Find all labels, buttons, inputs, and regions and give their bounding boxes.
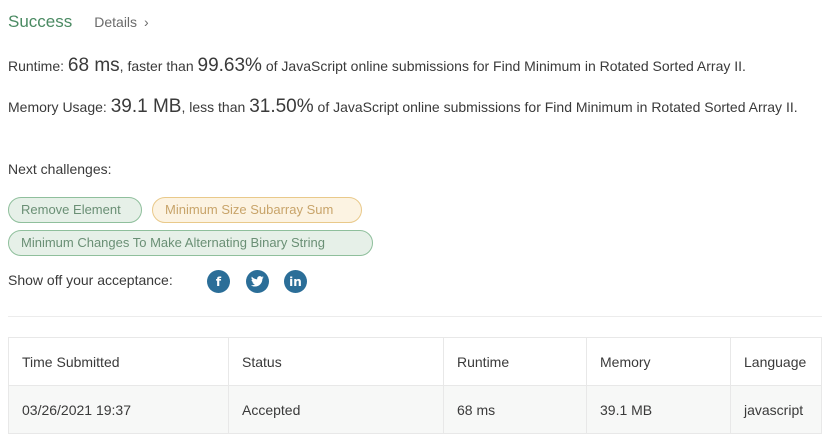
submissions-table: Time Submitted Status Runtime Memory Lan… xyxy=(8,337,822,434)
memory-stat: Memory Usage: 39.1 MB, less than 31.50% … xyxy=(8,96,808,118)
runtime-stat: Runtime: 68 ms, faster than 99.63% of Ja… xyxy=(8,55,808,77)
status-title: Success xyxy=(8,12,73,31)
next-challenges-label: Next challenges: xyxy=(8,161,112,177)
memory-compare: , less than xyxy=(181,99,246,115)
challenge-tag-remove-element[interactable]: Remove Element xyxy=(8,197,142,223)
chevron-right-icon[interactable]: › xyxy=(144,14,149,30)
linkedin-icon[interactable]: in xyxy=(284,270,307,293)
cell-status-accepted[interactable]: Accepted xyxy=(228,385,444,434)
cell-memory: 39.1 MB xyxy=(586,385,731,434)
col-memory[interactable]: Memory xyxy=(586,337,731,386)
col-time-submitted[interactable]: Time Submitted xyxy=(8,337,229,386)
twitter-icon[interactable] xyxy=(246,270,269,293)
col-language[interactable]: Language xyxy=(730,337,822,386)
cell-runtime: 68 ms xyxy=(443,385,587,434)
memory-value: 39.1 MB xyxy=(110,96,182,117)
challenge-tag-minimum-changes-alternating[interactable]: Minimum Changes To Make Alternating Bina… xyxy=(8,230,373,256)
section-divider xyxy=(8,316,822,317)
share-label: Show off your acceptance: xyxy=(8,272,173,288)
table-row: 03/26/2021 19:37 Accepted 68 ms 39.1 MB … xyxy=(8,385,822,434)
cell-time-submitted: 03/26/2021 19:37 xyxy=(8,385,229,434)
twitter-bird-glyph xyxy=(251,276,264,287)
runtime-percent: 99.63% xyxy=(197,55,262,76)
table-header-row: Time Submitted Status Runtime Memory Lan… xyxy=(8,337,822,386)
result-header: Success Details › xyxy=(8,12,149,32)
cell-language: javascript xyxy=(730,385,822,434)
col-runtime[interactable]: Runtime xyxy=(443,337,587,386)
facebook-icon[interactable]: f xyxy=(207,270,230,293)
runtime-value: 68 ms xyxy=(67,55,120,76)
memory-suffix: of JavaScript online submissions for Fin… xyxy=(317,99,798,115)
memory-percent: 31.50% xyxy=(249,96,314,117)
memory-label: Memory Usage: xyxy=(8,99,107,115)
runtime-label: Runtime: xyxy=(8,58,65,74)
col-status[interactable]: Status xyxy=(228,337,444,386)
runtime-compare: , faster than xyxy=(119,58,194,74)
challenge-tag-minimum-size-subarray-sum[interactable]: Minimum Size Subarray Sum xyxy=(152,197,362,223)
runtime-suffix: of JavaScript online submissions for Fin… xyxy=(265,58,746,74)
details-label[interactable]: Details xyxy=(94,14,137,30)
details-link[interactable]: Details › xyxy=(94,14,148,30)
